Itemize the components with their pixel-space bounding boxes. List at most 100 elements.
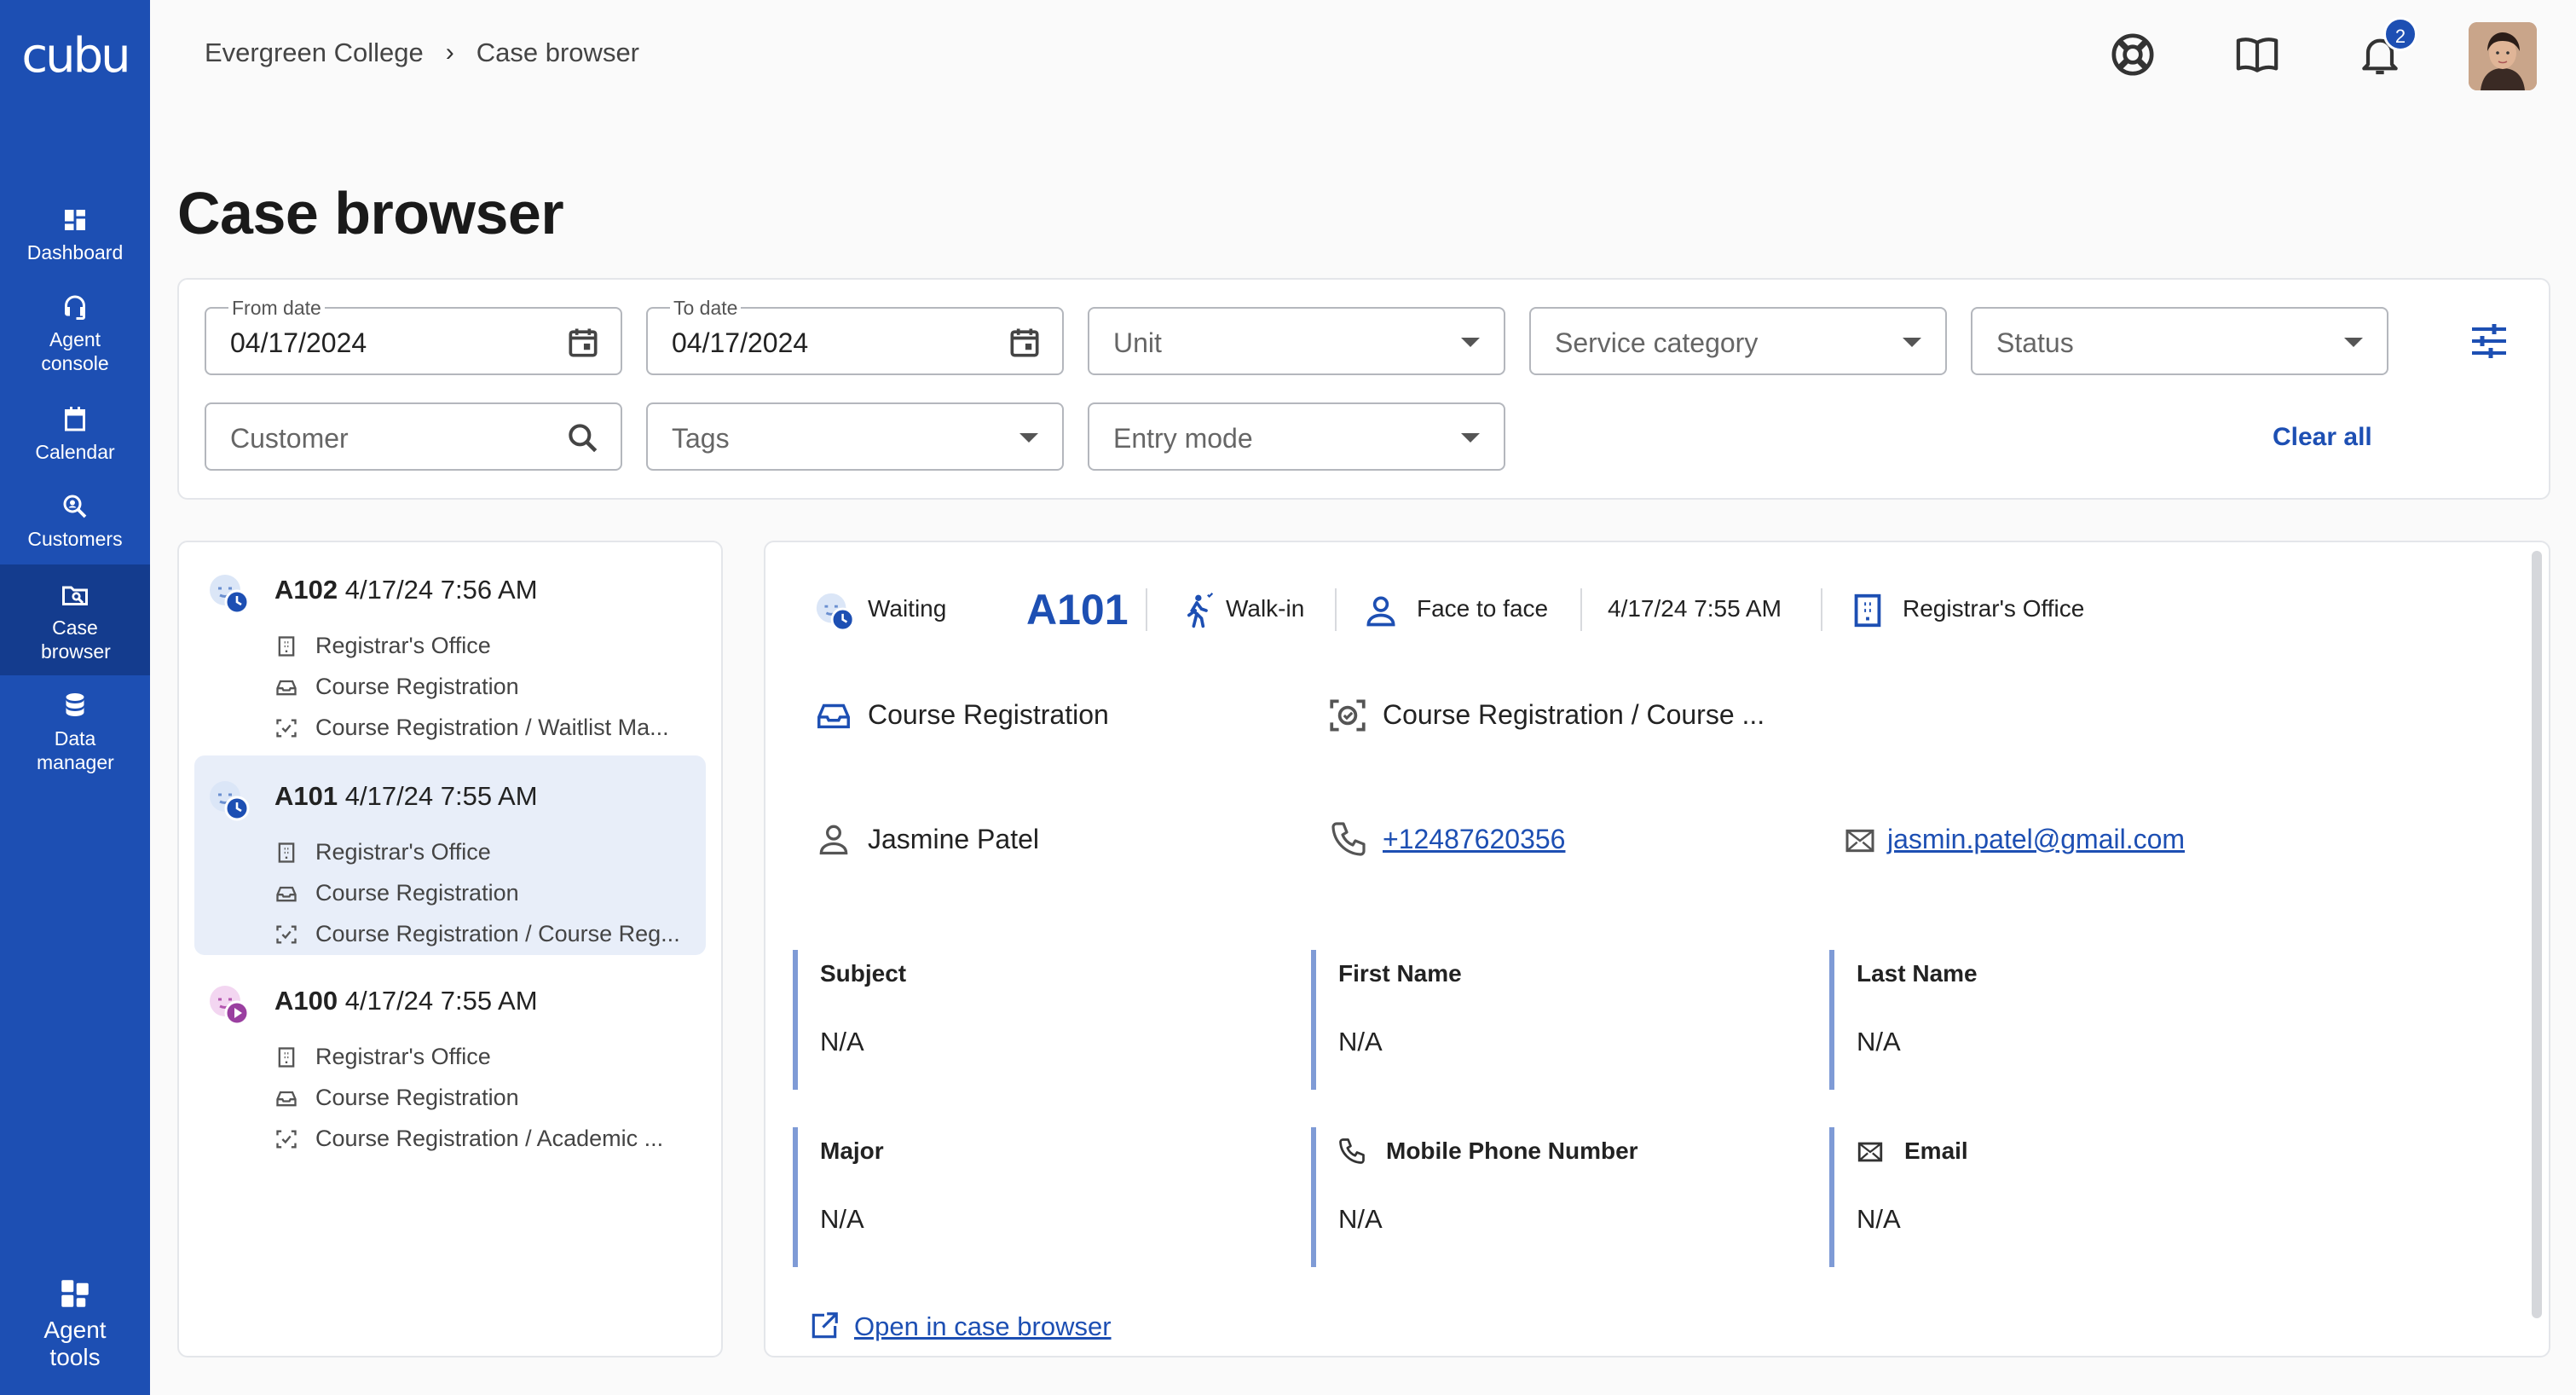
to-date-value: 04/17/2024: [672, 327, 809, 358]
case-list-item-a101[interactable]: A101 4/17/24 7:55 AM Registrar's Office …: [194, 755, 706, 955]
sidebar-item-case-browser[interactable]: Case browser: [0, 564, 150, 675]
person-icon: [1366, 596, 1395, 627]
book-icon[interactable]: [2233, 31, 2281, 78]
case-list: A102 4/17/24 7:56 AM Registrar's Office …: [177, 541, 723, 1357]
service-mode: Face to face: [1417, 595, 1549, 622]
sidebar-item-label: Data manager: [37, 727, 114, 773]
notification-badge: 2: [2383, 17, 2417, 51]
open-in-case-browser-link[interactable]: Open in case browser: [854, 1311, 1112, 1342]
scrollbar[interactable]: [2532, 551, 2542, 1318]
avatar[interactable]: [2469, 22, 2537, 90]
service-category-select[interactable]: Service category: [1529, 307, 1947, 375]
field-value: N/A: [1338, 1027, 1383, 1056]
case-office: Registrar's Office: [274, 1044, 701, 1070]
dropdown-caret-icon: [2344, 338, 2363, 347]
calendar-icon[interactable]: [1006, 324, 1043, 362]
breadcrumb-item-org[interactable]: Evergreen College: [205, 38, 424, 68]
customer-search-input[interactable]: Customer: [205, 402, 622, 471]
sidebar: cubu Dashboard Agent console Calendar Cu…: [0, 0, 150, 1395]
sidebar-item-label: Case browser: [41, 616, 111, 663]
building-icon: [278, 1047, 295, 1068]
service-scan-icon: [276, 925, 297, 944]
status-placeholder: Status: [1996, 327, 2074, 358]
dropdown-caret-icon: [1903, 338, 1921, 347]
unit-placeholder: Unit: [1113, 327, 1162, 358]
divider: [1146, 588, 1147, 631]
case-id: A102: [274, 575, 338, 605]
sidebar-agent-tools[interactable]: Agent tools: [0, 1276, 150, 1371]
sidebar-footer-label: Agent tools: [43, 1317, 107, 1370]
case-service: Course Registration / Academic ...: [274, 1126, 701, 1152]
inbox-tray-icon: [276, 886, 297, 902]
phone-icon: [1331, 822, 1366, 856]
field-value: N/A: [1857, 1204, 1901, 1234]
customer-search-icon: [63, 495, 87, 518]
field-value: N/A: [1857, 1027, 1901, 1056]
divider: [1580, 588, 1582, 631]
case-list-item-a102[interactable]: A102 4/17/24 7:56 AM Registrar's Office …: [194, 549, 706, 749]
clear-all-button[interactable]: Clear all: [2273, 423, 2372, 452]
calendar-icon[interactable]: [564, 324, 602, 362]
to-date-label: To date: [670, 297, 742, 320]
field-value: N/A: [820, 1204, 864, 1234]
field-card-subject: Subject N/A: [793, 950, 1270, 1090]
entry-mode-select[interactable]: Entry mode: [1088, 402, 1505, 471]
tags-select[interactable]: Tags: [646, 402, 1064, 471]
case-title: A102 4/17/24 7:56 AM: [274, 575, 538, 605]
case-category: Course Registration: [274, 880, 701, 906]
tags-placeholder: Tags: [672, 423, 730, 454]
building-icon: [1854, 593, 1881, 628]
sidebar-item-dashboard[interactable]: Dashboard: [0, 205, 150, 264]
sidebar-item-data-manager[interactable]: Data manager: [0, 691, 150, 774]
service-category-placeholder: Service category: [1555, 327, 1759, 358]
divider: [1821, 588, 1822, 631]
case-status: Waiting: [868, 595, 947, 622]
inbox-tray-icon: [276, 1091, 297, 1107]
customer-email-link[interactable]: jasmin.patel@gmail.com: [1887, 824, 2185, 855]
case-service: Course Registration / Waitlist Ma...: [274, 715, 701, 741]
dropdown-caret-icon: [1019, 433, 1038, 443]
from-date-field[interactable]: From date 04/17/2024: [205, 297, 622, 375]
case-datetime: 4/17/24 7:56 AM: [344, 575, 538, 605]
sidebar-item-customers[interactable]: Customers: [0, 491, 150, 551]
customer-phone-link[interactable]: +12487620356: [1383, 824, 1565, 855]
field-label: Mobile Phone Number: [1386, 1137, 1638, 1164]
phone-icon: [1339, 1138, 1365, 1164]
inbox-tray-icon: [817, 703, 850, 729]
case-datetime: 4/17/24 7:55 AM: [1608, 595, 1782, 622]
sidebar-item-agent-console[interactable]: Agent console: [0, 292, 150, 375]
help-lifebuoy-icon[interactable]: [2109, 31, 2157, 78]
open-external-icon[interactable]: [808, 1310, 840, 1342]
case-id: A101: [274, 781, 338, 811]
case-title: A101 4/17/24 7:55 AM: [274, 781, 538, 812]
field-card-mobile-phone: Mobile Phone Number N/A: [1311, 1127, 1788, 1267]
filter-settings-icon[interactable]: [2469, 322, 2510, 360]
waiting-icon: [210, 575, 250, 615]
field-label: Last Name: [1857, 960, 1978, 987]
sidebar-item-calendar[interactable]: Calendar: [0, 404, 150, 464]
dashboard-icon: [65, 210, 85, 230]
case-id: A100: [274, 986, 338, 1016]
case-office: Registrar's Office: [274, 633, 701, 659]
search-icon[interactable]: [564, 420, 602, 457]
field-label: Email: [1904, 1137, 1968, 1164]
unit-select[interactable]: Unit: [1088, 307, 1505, 375]
service-name: Course Registration / Course ...: [1383, 699, 1765, 730]
sidebar-item-label: Dashboard: [26, 241, 124, 263]
breadcrumb-item-current: Case browser: [476, 38, 640, 67]
sidebar-item-label: Agent console: [41, 328, 109, 374]
status-select[interactable]: Status: [1971, 307, 2388, 375]
service-scan-icon: [276, 719, 297, 738]
field-value: N/A: [820, 1027, 864, 1056]
person-icon: [819, 825, 848, 855]
case-list-item-a100[interactable]: A100 4/17/24 7:55 AM Registrar's Office …: [194, 960, 706, 1160]
app-logo[interactable]: cubu: [17, 31, 133, 82]
to-date-field[interactable]: To date 04/17/2024: [646, 297, 1064, 375]
dropdown-caret-icon: [1461, 433, 1480, 443]
app-root: cubu Dashboard Agent console Calendar Cu…: [0, 0, 2576, 1395]
user-photo-icon: [2469, 22, 2537, 90]
field-card-last-name: Last Name N/A: [1829, 950, 2307, 1090]
serving-icon: [210, 986, 250, 1026]
sidebar-item-label: Calendar: [35, 441, 115, 463]
service-scan-icon: [276, 1130, 297, 1149]
